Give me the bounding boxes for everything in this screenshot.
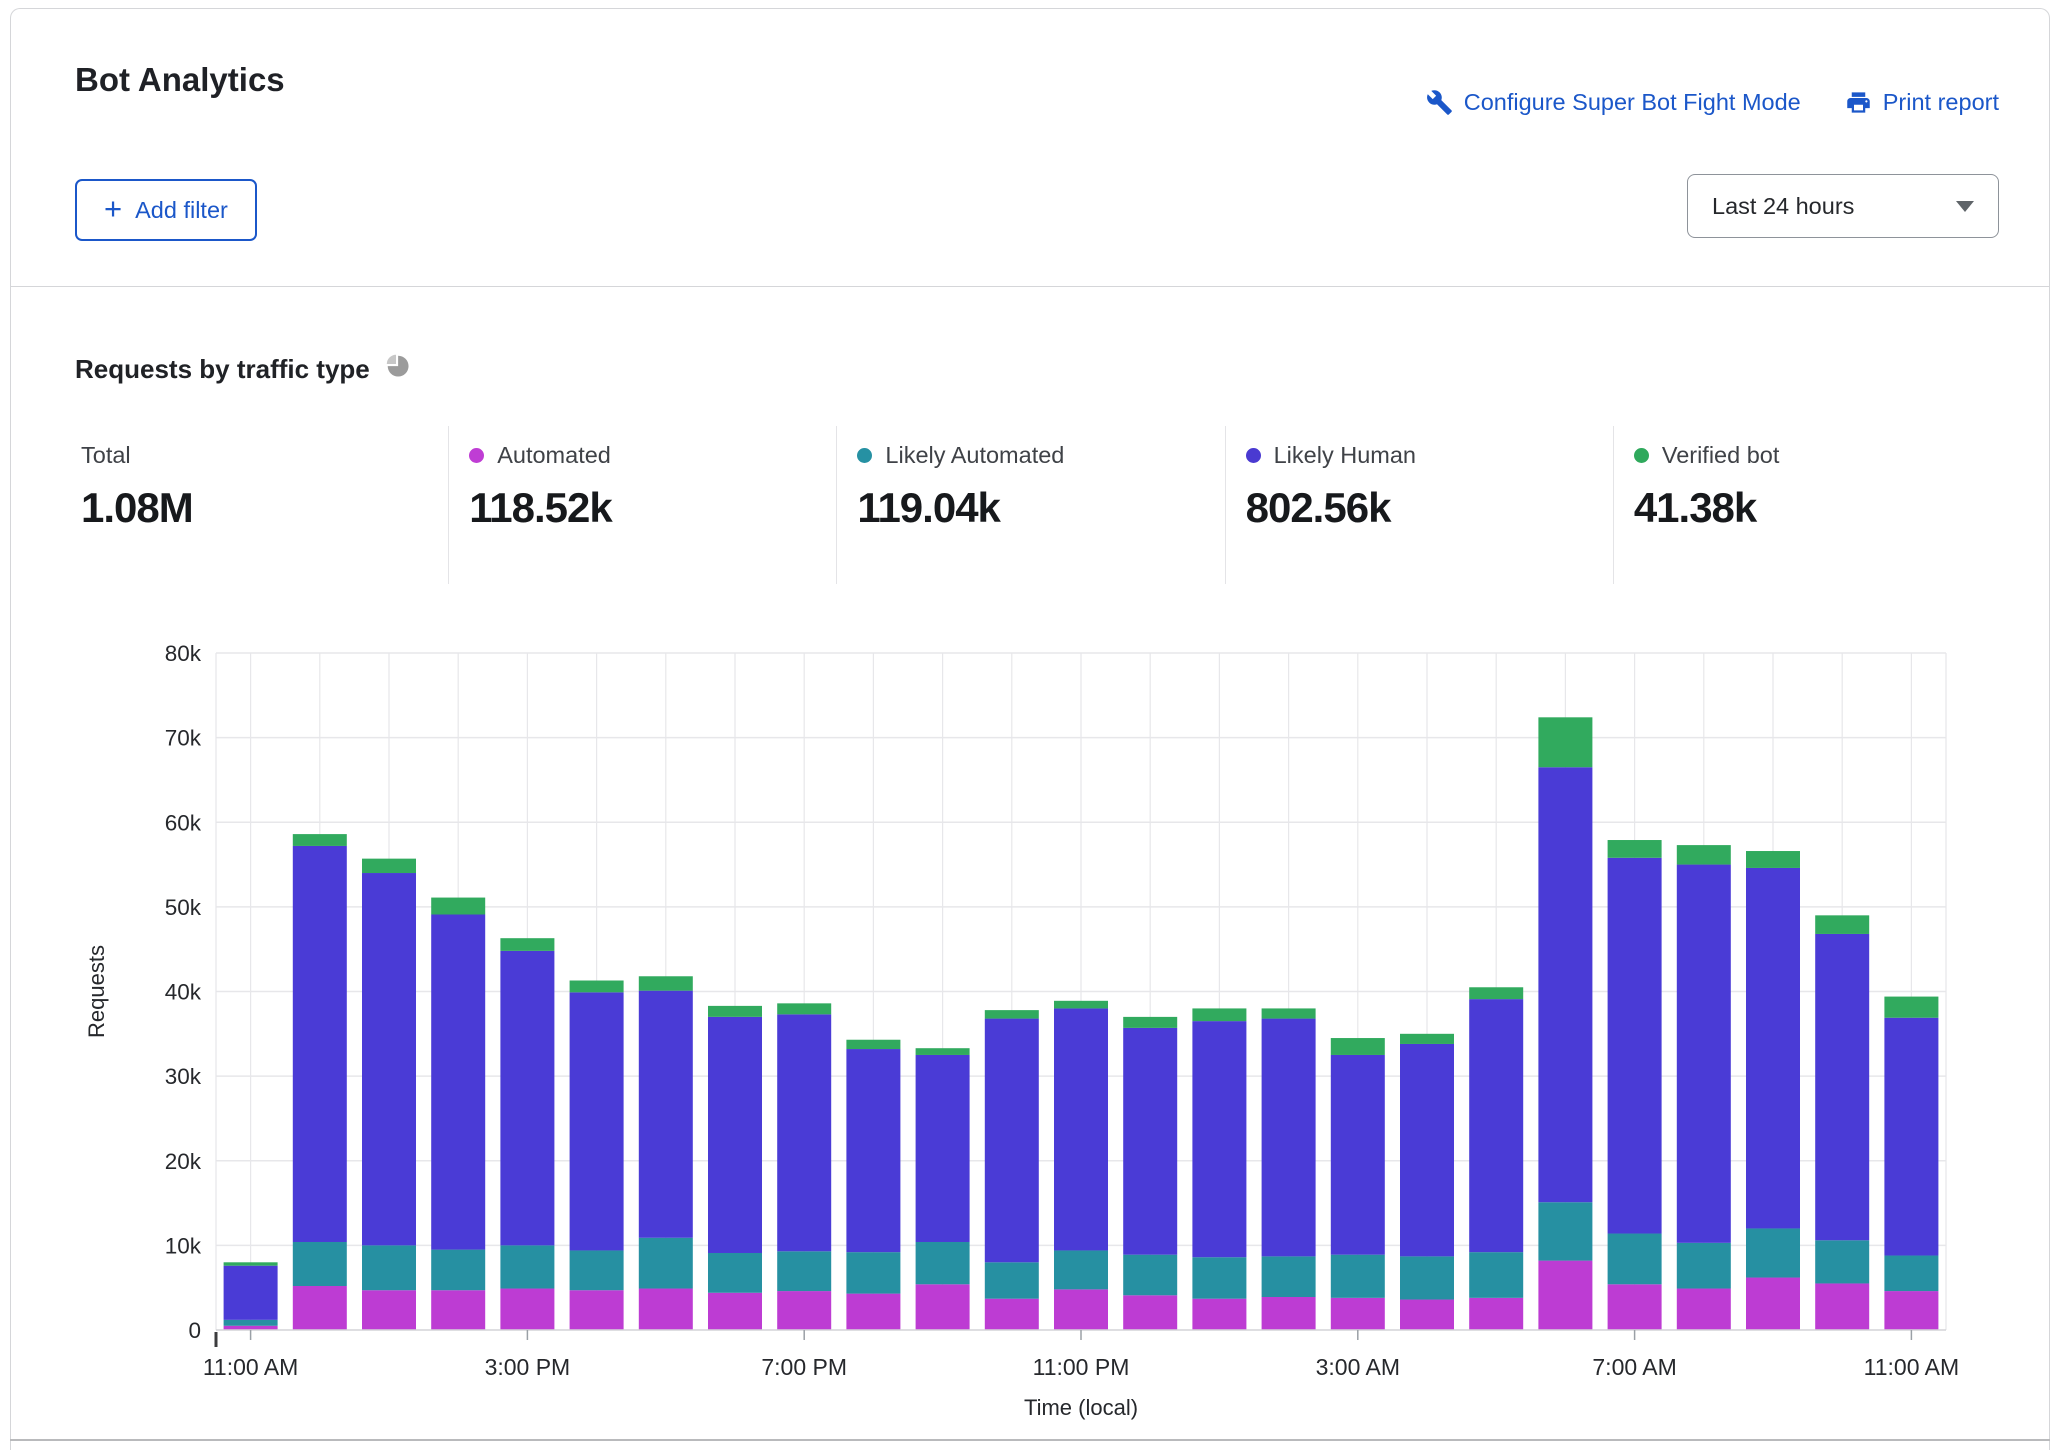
svg-text:11:00 AM: 11:00 AM <box>203 1354 298 1380</box>
svg-text:11:00 PM: 11:00 PM <box>1033 1354 1130 1380</box>
plus-icon: + <box>104 193 122 224</box>
svg-text:50k: 50k <box>165 895 202 920</box>
stat-total-label: Total <box>81 442 131 469</box>
time-range-dropdown[interactable]: Last 24 hours <box>1687 174 1999 238</box>
stat-label-row: Likely Automated <box>857 442 1224 469</box>
configure-super-bot-fight-mode-link[interactable]: Configure Super Bot Fight Mode <box>1426 89 1801 116</box>
page-title: Bot Analytics <box>75 61 285 99</box>
header-divider <box>11 286 2049 287</box>
svg-text:7:00 AM: 7:00 AM <box>1592 1354 1676 1380</box>
svg-text:40k: 40k <box>165 980 202 1005</box>
traffic-type-stats: Total 1.08M Automated 118.52k Likely Aut… <box>75 426 2001 584</box>
requests-by-traffic-type-chart[interactable]: 0 10k 20k 30k 40k 50k 60k 70k 80k 11:00 AM 3:00 PM… <box>76 621 1991 1431</box>
add-filter-button[interactable]: + Add filter <box>75 179 257 241</box>
likely-human-dot-icon <box>1246 448 1261 463</box>
section-title: Requests by traffic type <box>75 353 410 385</box>
stat-likely-automated-label: Likely Automated <box>885 442 1064 469</box>
stat-automated-value: 118.52k <box>469 484 836 532</box>
likely-automated-dot-icon <box>857 448 872 463</box>
svg-text:70k: 70k <box>165 726 202 751</box>
stat-verified-bot: Verified bot 41.38k <box>1613 426 2001 584</box>
stat-verified-bot-value: 41.38k <box>1634 484 2001 532</box>
time-range-value: Last 24 hours <box>1712 193 1854 220</box>
stat-total: Total 1.08M <box>75 426 448 584</box>
chevron-down-icon <box>1956 201 1974 212</box>
verified-bot-dot-icon <box>1634 448 1649 463</box>
pie-chart-icon <box>385 353 410 385</box>
svg-text:11:00 AM: 11:00 AM <box>1864 1354 1959 1380</box>
svg-text:7:00 PM: 7:00 PM <box>761 1354 847 1380</box>
stat-verified-bot-label: Verified bot <box>1662 442 1780 469</box>
svg-text:3:00 AM: 3:00 AM <box>1316 1354 1400 1380</box>
svg-text:60k: 60k <box>165 810 202 835</box>
wrench-icon <box>1426 89 1453 116</box>
stat-total-value: 1.08M <box>81 484 448 532</box>
add-filter-label: Add filter <box>135 197 228 224</box>
stat-likely-human-label: Likely Human <box>1274 442 1416 469</box>
svg-text:0: 0 <box>188 1318 201 1343</box>
header-actions: Configure Super Bot Fight Mode Print rep… <box>1426 89 1999 116</box>
svg-text:3:00 PM: 3:00 PM <box>485 1354 571 1380</box>
print-link-label: Print report <box>1883 89 1999 116</box>
print-report-link[interactable]: Print report <box>1845 89 1999 116</box>
svg-text:Time (local): Time (local) <box>1024 1395 1138 1420</box>
stat-label-row: Likely Human <box>1246 442 1613 469</box>
stat-label-row: Automated <box>469 442 836 469</box>
svg-text:80k: 80k <box>165 641 202 666</box>
stat-automated: Automated 118.52k <box>448 426 836 584</box>
svg-text:10k: 10k <box>165 1233 202 1258</box>
card-bottom-divider <box>10 1439 2050 1441</box>
stat-label-row: Total <box>81 442 448 469</box>
stat-label-row: Verified bot <box>1634 442 2001 469</box>
stat-likely-automated: Likely Automated 119.04k <box>836 426 1224 584</box>
svg-text:20k: 20k <box>165 1149 202 1174</box>
bot-analytics-card: Bot Analytics Configure Super Bot Fight … <box>10 8 2050 1450</box>
stat-automated-label: Automated <box>497 442 611 469</box>
svg-text:Requests: Requests <box>84 945 109 1038</box>
svg-text:30k: 30k <box>165 1064 202 1089</box>
stat-likely-human: Likely Human 802.56k <box>1225 426 1613 584</box>
configure-link-label: Configure Super Bot Fight Mode <box>1464 89 1801 116</box>
stat-likely-automated-value: 119.04k <box>857 484 1224 532</box>
stat-likely-human-value: 802.56k <box>1246 484 1613 532</box>
automated-dot-icon <box>469 448 484 463</box>
section-title-label: Requests by traffic type <box>75 354 370 385</box>
printer-icon <box>1845 89 1872 116</box>
